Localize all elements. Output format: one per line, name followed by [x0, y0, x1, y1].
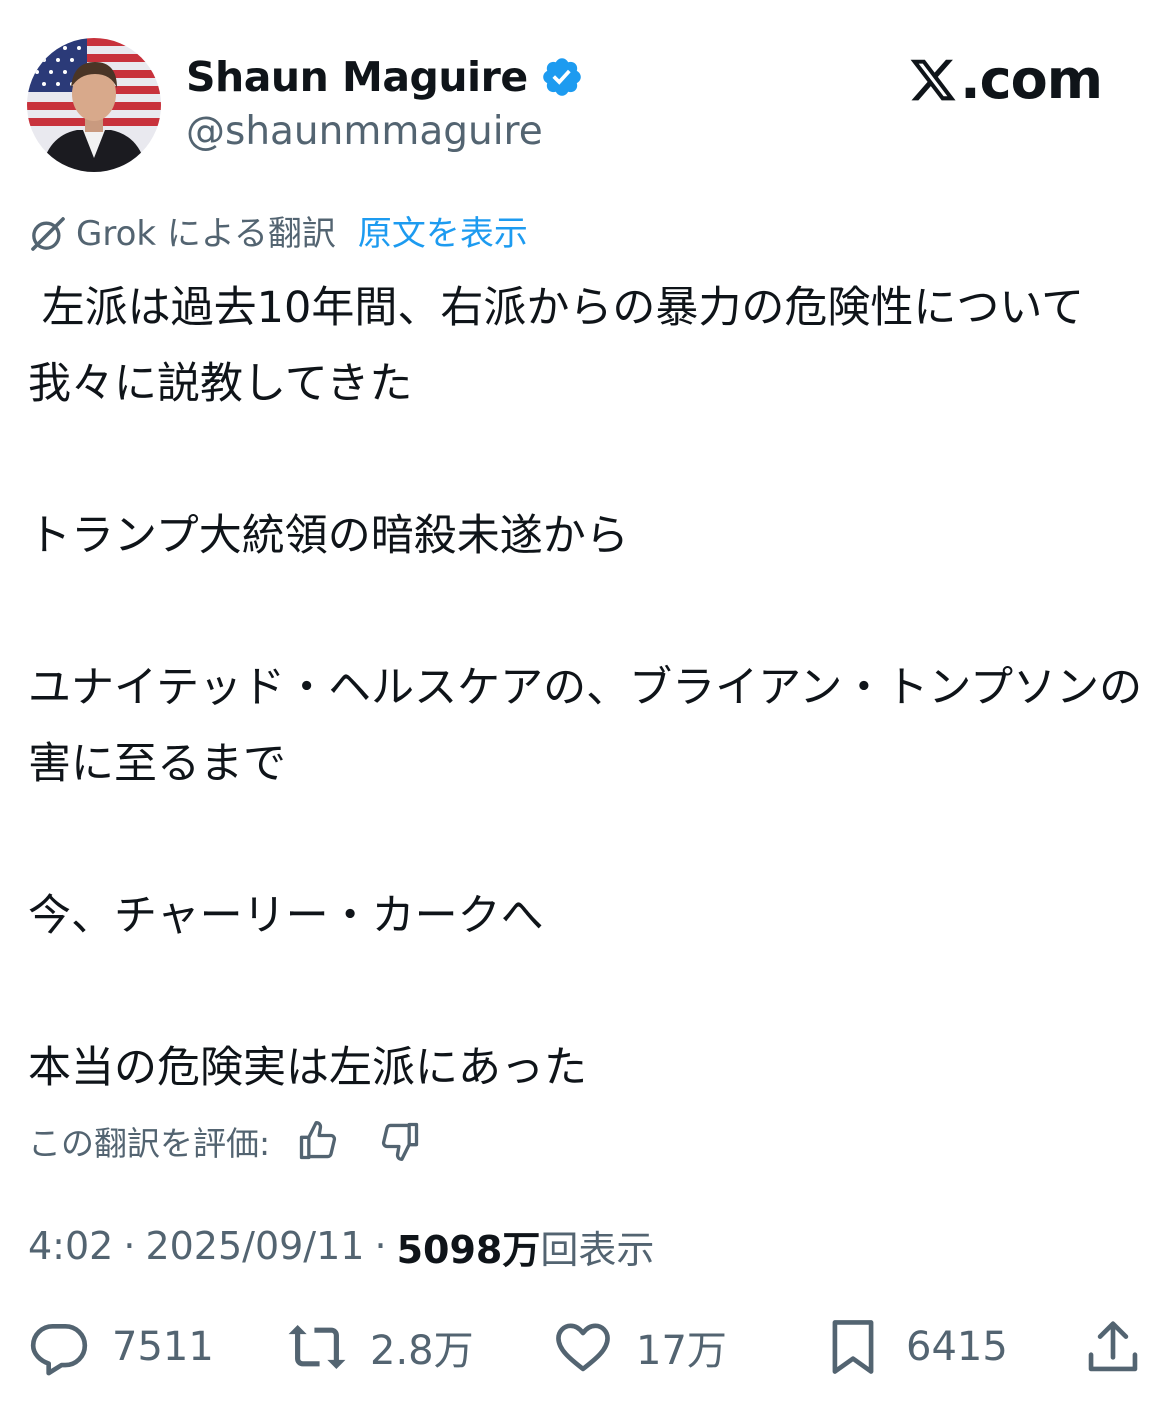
like-count: 17万 — [636, 1328, 727, 1374]
thumbs-up-icon[interactable] — [296, 1119, 340, 1163]
repost-button[interactable]: 2.8万 — [286, 1312, 474, 1382]
x-logo-icon — [910, 59, 956, 101]
rate-translation-label: この翻訳を評価: — [28, 1124, 271, 1163]
reply-count: 7511 — [112, 1324, 214, 1370]
repost-icon — [288, 1325, 346, 1369]
separator-dot: · — [374, 1224, 387, 1268]
translation-label: Grok による翻訳 — [76, 214, 336, 254]
tweet-paragraph: 左派は過去10年間、右派からの暴力の危険性について我々に説教してきた — [28, 283, 1085, 409]
grok-icon — [31, 217, 65, 251]
heart-icon — [556, 1323, 610, 1372]
tweet-meta: 4:02 · 2025/09/11 · 5098万 回表示 — [28, 1220, 654, 1272]
views-label: 回表示 — [540, 1227, 655, 1272]
bookmark-button[interactable]: 6415 — [822, 1312, 1008, 1382]
verified-badge-icon — [542, 58, 581, 96]
translation-bar: Grok による翻訳 原文を表示 — [28, 212, 528, 256]
tweet-paragraph: 本当の危険実は左派にあった — [28, 1043, 587, 1093]
tweet-time[interactable]: 4:02 — [28, 1224, 113, 1268]
repost-count: 2.8万 — [370, 1328, 474, 1374]
tweet-paragraph: トランプ大統領の暗殺未遂から — [28, 511, 629, 561]
like-button[interactable]: 17万 — [552, 1312, 727, 1382]
tweet-paragraph: ユナイテッド・ヘルスケアの、ブライアン・トンプソンの害に至るまで — [28, 663, 1143, 789]
avatar[interactable] — [27, 38, 161, 172]
bookmark-count: 6415 — [906, 1324, 1008, 1370]
tweet-paragraph: 今、チャーリー・カークへ — [28, 891, 544, 941]
handle[interactable]: @shaunmmaguire — [186, 108, 543, 156]
reply-icon — [30, 1324, 88, 1376]
views-count: 5098万 — [396, 1227, 541, 1272]
tweet-date[interactable]: 2025/09/11 — [145, 1224, 364, 1268]
brand-domain: .com — [960, 48, 1103, 111]
bookmark-icon — [832, 1320, 874, 1374]
share-icon — [1088, 1321, 1138, 1372]
avatar-image — [27, 38, 161, 172]
rate-translation: この翻訳を評価: — [28, 1116, 422, 1166]
action-bar: 7511 2.8万 17万 6415 — [0, 1312, 1170, 1382]
share-button[interactable] — [1082, 1312, 1144, 1382]
reply-button[interactable]: 7511 — [28, 1312, 214, 1382]
tweet-text: 左派は過去10年間、右派からの暴力の危険性について我々に説教してきた トランプ大… — [28, 270, 1148, 1106]
display-name[interactable]: Shaun Maguire — [186, 52, 528, 102]
x-brand-logo: .com — [908, 48, 1103, 111]
show-original-link[interactable]: 原文を表示 — [358, 212, 528, 256]
display-name-row[interactable]: Shaun Maguire — [186, 52, 584, 102]
thumbs-down-icon[interactable] — [378, 1119, 422, 1163]
separator-dot: · — [123, 1224, 136, 1268]
